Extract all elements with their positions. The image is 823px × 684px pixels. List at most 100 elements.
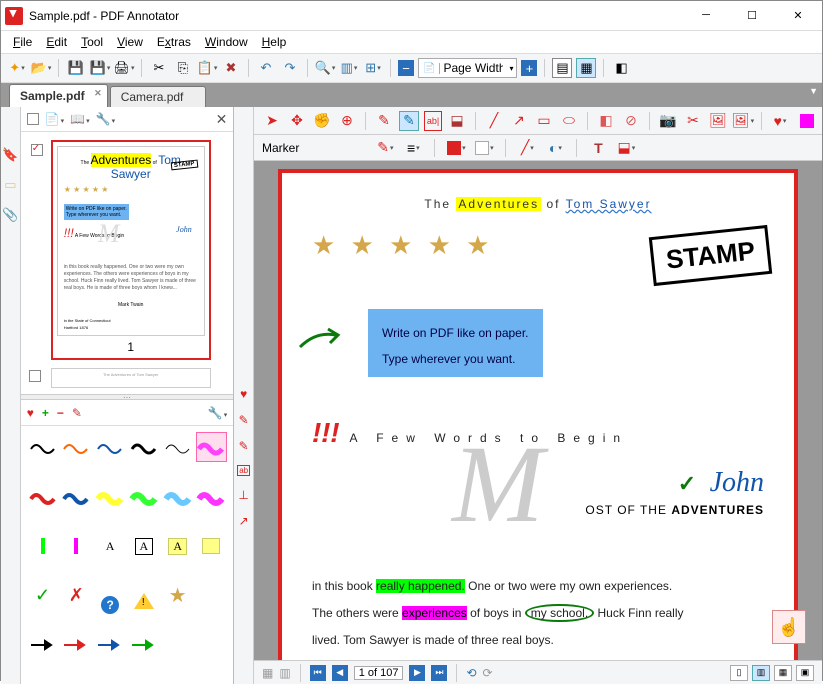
fav-item[interactable]: ✓ bbox=[27, 581, 59, 611]
last-page-button[interactable]: ⏭ bbox=[431, 665, 447, 681]
delete-icon[interactable]: ✖ bbox=[221, 58, 241, 78]
bookmark-icon[interactable]: 🔖 bbox=[2, 147, 18, 163]
pen-icon[interactable]: ✎ bbox=[239, 413, 249, 427]
camera-icon[interactable]: 📷 bbox=[658, 111, 678, 131]
print-icon[interactable]: 🖨 bbox=[114, 58, 134, 78]
line-tool-icon[interactable]: ╱ bbox=[484, 111, 504, 131]
minus-icon[interactable]: − bbox=[57, 406, 64, 420]
fav-item[interactable] bbox=[196, 531, 228, 561]
redo-icon[interactable]: ↷ bbox=[280, 58, 300, 78]
fav-item[interactable]: ? bbox=[101, 596, 119, 614]
save-as-icon[interactable]: 💾 bbox=[90, 58, 110, 78]
page-indicator[interactable]: 1 of 107 bbox=[354, 666, 404, 680]
fullscreen-icon[interactable]: ◧ bbox=[611, 58, 631, 78]
width-icon[interactable]: ≡ bbox=[403, 138, 423, 158]
fav-item[interactable] bbox=[60, 432, 92, 462]
zoom-out-icon[interactable]: − bbox=[398, 60, 414, 76]
page-setup-icon[interactable]: ▦ bbox=[262, 666, 273, 680]
thumb-checkbox[interactable] bbox=[31, 144, 43, 156]
fav-item[interactable] bbox=[27, 630, 59, 660]
text-style-icon[interactable]: T bbox=[588, 138, 608, 158]
tools-icon[interactable]: ⊞ bbox=[363, 58, 383, 78]
next-page-button[interactable]: ▶ bbox=[409, 665, 425, 681]
menu-edit[interactable]: Edit bbox=[40, 33, 73, 51]
first-page-button[interactable]: ⏮ bbox=[310, 665, 326, 681]
heart-icon[interactable]: ♥ bbox=[27, 406, 34, 420]
nav-back-icon[interactable]: ⟲ bbox=[466, 666, 476, 680]
zoom-selector[interactable]: 📄 ▾ bbox=[418, 58, 517, 78]
lasso-icon[interactable]: ✥ bbox=[287, 111, 307, 131]
opacity-icon[interactable]: ◐ bbox=[545, 138, 565, 158]
tabs-dropdown-icon[interactable]: ▼ bbox=[809, 86, 818, 96]
minimize-button[interactable]: ─ bbox=[694, 9, 718, 22]
note-icon[interactable]: ▭ bbox=[2, 177, 18, 193]
zoom-tool-icon[interactable]: ⊕ bbox=[337, 111, 357, 131]
image-icon[interactable]: 🖼 bbox=[708, 111, 728, 131]
tab-sample[interactable]: Sample.pdf ✕ bbox=[9, 84, 108, 107]
rect-tool-icon[interactable]: ▭ bbox=[534, 111, 554, 131]
tab-camera[interactable]: Camera.pdf bbox=[110, 86, 207, 107]
fav-item[interactable]: A bbox=[128, 531, 160, 561]
stamp-tool-icon[interactable]: ⬓ bbox=[447, 111, 467, 131]
menu-window[interactable]: Window bbox=[199, 33, 254, 51]
search-icon[interactable]: 🔍 bbox=[315, 58, 335, 78]
fav-item[interactable] bbox=[196, 482, 228, 512]
pan-icon[interactable]: ✊ bbox=[312, 111, 332, 131]
hand-pointer-button[interactable]: ☝ bbox=[772, 610, 806, 644]
menu-file[interactable]: File bbox=[7, 33, 38, 51]
fav-item[interactable] bbox=[27, 482, 59, 512]
pen-tool-icon[interactable]: ✎ bbox=[374, 111, 394, 131]
fav-item[interactable]: A bbox=[94, 531, 126, 561]
wrench-icon[interactable]: 🔧 bbox=[96, 112, 115, 126]
thumbnail-1[interactable]: The Adventures of Tom Sawyer ★ ★ ★ ★ ★ S… bbox=[51, 140, 211, 360]
eraser-icon[interactable]: ◧ bbox=[596, 111, 616, 131]
maximize-button[interactable]: ☐ bbox=[740, 9, 764, 22]
fav-item[interactable]: ✗ bbox=[60, 581, 92, 611]
layout1-icon[interactable]: ▤ bbox=[552, 58, 572, 78]
prev-page-button[interactable]: ◀ bbox=[332, 665, 348, 681]
cut-icon[interactable]: ✂ bbox=[149, 58, 169, 78]
heart-icon[interactable]: ♥ bbox=[240, 387, 247, 401]
checkbox-icon[interactable] bbox=[27, 113, 39, 125]
textbox-icon[interactable]: ab bbox=[237, 465, 250, 476]
arrow-tool-icon[interactable]: ↗ bbox=[509, 111, 529, 131]
fav-item[interactable] bbox=[27, 531, 59, 561]
paste-icon[interactable]: 📋 bbox=[197, 58, 217, 78]
fav-item[interactable]: ★ bbox=[162, 581, 194, 611]
undo-icon[interactable]: ↶ bbox=[256, 58, 276, 78]
fav-item[interactable] bbox=[128, 432, 160, 462]
pointer-icon[interactable]: ➤ bbox=[262, 111, 282, 131]
fav-item[interactable] bbox=[162, 432, 194, 462]
text-tool-icon[interactable]: ab| bbox=[424, 111, 442, 131]
fav-item[interactable] bbox=[60, 482, 92, 512]
panel-close-icon[interactable]: ✕ bbox=[216, 111, 228, 128]
ellipse-tool-icon[interactable]: ⬭ bbox=[559, 111, 579, 131]
color-swatch[interactable] bbox=[800, 114, 814, 128]
capture-icon[interactable]: ▥ bbox=[339, 58, 359, 78]
edit-fav-icon[interactable]: ✎ bbox=[72, 406, 82, 420]
plus-icon[interactable]: + bbox=[42, 406, 49, 420]
page-menu-icon[interactable]: 📄 bbox=[45, 112, 64, 126]
fav-item[interactable] bbox=[128, 630, 160, 660]
zoom-in-icon[interactable]: + bbox=[521, 60, 537, 76]
nav-fwd-icon[interactable]: ⟳ bbox=[483, 666, 493, 680]
layout2-icon[interactable]: ▦ bbox=[576, 58, 596, 78]
fav-item[interactable]: A bbox=[162, 531, 194, 561]
thumbnail-pane[interactable]: The Adventures of Tom Sawyer ★ ★ ★ ★ ★ S… bbox=[21, 132, 234, 394]
pen-style-icon[interactable]: ✎ bbox=[375, 138, 395, 158]
fill-red-icon[interactable] bbox=[446, 138, 466, 158]
align-icon[interactable]: ⬓ bbox=[616, 138, 636, 158]
crop-icon[interactable]: ✂ bbox=[683, 111, 703, 131]
view-book-button[interactable]: ▣ bbox=[796, 665, 814, 681]
arrow-icon[interactable]: ↗ bbox=[239, 514, 249, 528]
save-icon[interactable]: 💾 bbox=[66, 58, 86, 78]
heart-fav-icon[interactable]: ♥ bbox=[770, 111, 790, 131]
menu-extras[interactable]: Extras bbox=[151, 33, 197, 51]
fav-item[interactable] bbox=[162, 482, 194, 512]
fav-item[interactable] bbox=[27, 432, 59, 462]
view-facing-button[interactable]: ▦ bbox=[774, 665, 792, 681]
fav-item[interactable] bbox=[60, 630, 92, 660]
marker-tool-icon[interactable]: ✎ bbox=[399, 111, 419, 131]
close-button[interactable]: ✕ bbox=[786, 9, 810, 22]
page-setup2-icon[interactable]: ▥ bbox=[279, 666, 290, 680]
